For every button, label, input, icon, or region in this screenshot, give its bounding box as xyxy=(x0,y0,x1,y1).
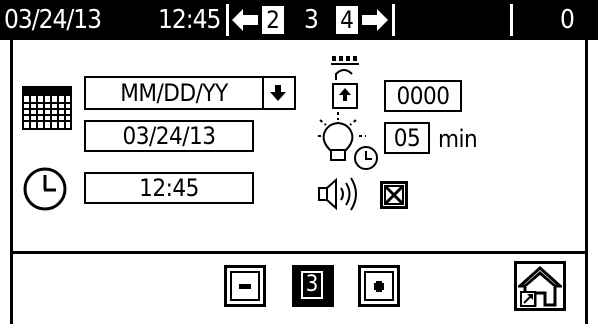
minus-icon xyxy=(230,271,260,301)
backlight-timer-field[interactable]: 05 xyxy=(384,122,430,154)
status-separator xyxy=(226,4,229,36)
chevron-down-icon xyxy=(270,85,286,101)
home-button[interactable] xyxy=(514,261,566,311)
password-field[interactable]: 0000 xyxy=(384,80,462,112)
page-indicator: 3 xyxy=(292,265,334,307)
clock-icon xyxy=(23,167,67,211)
footer-divider xyxy=(10,251,588,254)
time-field[interactable]: 12:45 xyxy=(84,172,254,204)
backlight-timer-icon xyxy=(318,112,378,170)
password-lock-icon xyxy=(331,56,359,109)
calendar-icon xyxy=(22,86,72,130)
status-separator xyxy=(392,4,395,36)
arrow-right-icon[interactable] xyxy=(362,9,388,31)
arrow-left-icon[interactable] xyxy=(232,9,258,31)
tab-screen-2[interactable]: 2 xyxy=(262,6,284,34)
backlight-unit-label: min xyxy=(438,125,478,153)
status-count: 0 xyxy=(560,5,575,35)
home-icon xyxy=(518,265,562,307)
sound-checkbox[interactable] xyxy=(380,181,408,209)
date-format-select[interactable]: MM/DD/YY xyxy=(84,76,296,110)
status-date: 03/24/13 xyxy=(4,5,102,35)
date-format-value: MM/DD/YY xyxy=(120,79,228,107)
status-bar: 03/24/13 12:45 2 3 4 0 xyxy=(0,0,598,40)
decrement-button[interactable] xyxy=(224,265,266,307)
tab-screen-3[interactable]: 3 xyxy=(304,3,319,37)
status-time: 12:45 xyxy=(158,5,221,35)
status-separator xyxy=(510,4,513,36)
increment-button[interactable] xyxy=(358,265,400,307)
plus-icon xyxy=(364,271,394,301)
date-field[interactable]: 03/24/13 xyxy=(84,120,254,152)
speaker-icon xyxy=(318,177,357,211)
tab-screen-4[interactable]: 4 xyxy=(336,6,358,34)
page-number: 3 xyxy=(301,271,323,299)
